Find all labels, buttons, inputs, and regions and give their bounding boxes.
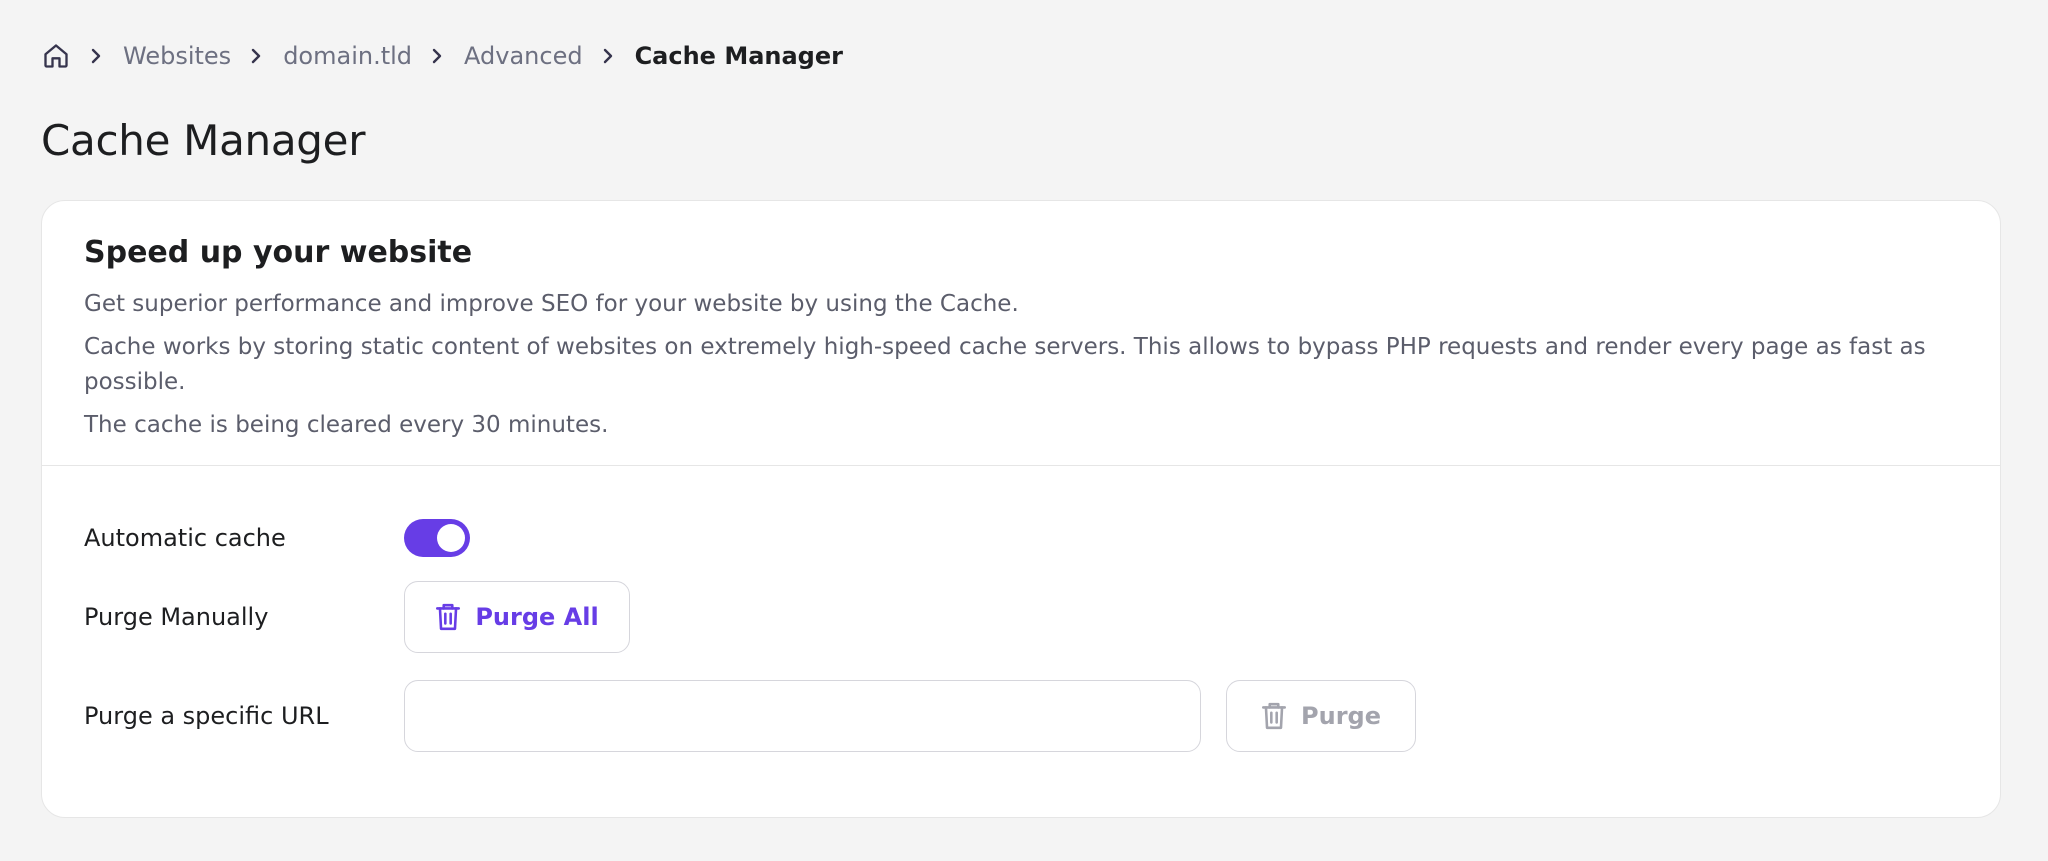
purge-all-button[interactable]: Purge All — [404, 581, 630, 653]
purge-manually-row: Purge Manually Purge All — [84, 581, 630, 653]
automatic-cache-label: Automatic cache — [84, 524, 286, 552]
page-title: Cache Manager — [41, 116, 366, 165]
chevron-right-icon — [599, 47, 617, 65]
home-icon[interactable] — [41, 41, 71, 71]
cache-settings-card: Speed up your website Get superior perfo… — [41, 200, 2001, 818]
purge-url-button[interactable]: Purge — [1226, 680, 1416, 752]
chevron-right-icon — [428, 47, 446, 65]
card-title: Speed up your website — [84, 235, 473, 270]
breadcrumb-link-advanced[interactable]: Advanced — [464, 42, 583, 70]
toggle-knob — [437, 524, 465, 552]
breadcrumb-current: Cache Manager — [634, 42, 843, 70]
chevron-right-icon — [87, 47, 105, 65]
purge-url-button-label: Purge — [1301, 702, 1381, 730]
card-header: Speed up your website Get superior perfo… — [42, 201, 2000, 466]
breadcrumb-link-domain[interactable]: domain.tld — [283, 42, 412, 70]
breadcrumb-link-websites[interactable]: Websites — [123, 42, 231, 70]
automatic-cache-row: Automatic cache — [84, 519, 470, 557]
trash-icon — [1261, 701, 1287, 731]
card-description-clear-interval: The cache is being cleared every 30 minu… — [84, 412, 609, 438]
purge-url-row: Purge a specific URL Purge — [84, 680, 1416, 752]
automatic-cache-toggle[interactable] — [404, 519, 470, 557]
chevron-right-icon — [247, 47, 265, 65]
purge-url-label: Purge a specific URL — [84, 702, 329, 730]
cache-manager-page: Websites domain.tld Advanced Cache Manag… — [0, 0, 2048, 861]
purge-all-label: Purge All — [475, 603, 599, 631]
purge-manually-label: Purge Manually — [84, 603, 269, 631]
breadcrumb: Websites domain.tld Advanced Cache Manag… — [41, 38, 843, 74]
card-description-how-it-works: Cache works by storing static content of… — [84, 334, 1926, 395]
card-description-performance: Get superior performance and improve SEO… — [84, 291, 1019, 317]
trash-icon — [435, 602, 461, 632]
purge-url-input[interactable] — [404, 680, 1201, 752]
